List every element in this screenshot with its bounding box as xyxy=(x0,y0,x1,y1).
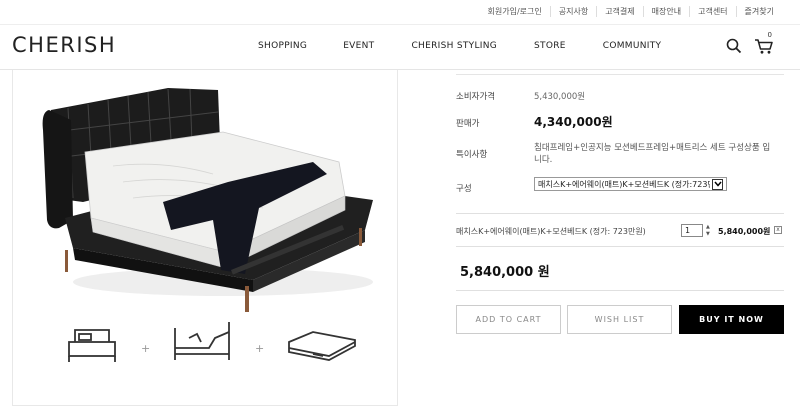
selected-item-price: 5,840,000원 xyxy=(718,227,771,236)
quantity-down-icon[interactable]: ▼ xyxy=(706,231,713,237)
search-icon[interactable] xyxy=(726,38,742,54)
nav-store[interactable]: STORE xyxy=(534,41,566,51)
cart-button[interactable]: 0 xyxy=(754,31,774,55)
bed-frame-icon xyxy=(68,329,116,362)
util-link-notice[interactable]: 공지사항 xyxy=(549,6,596,17)
consumer-price: 5,430,000원 xyxy=(534,92,586,102)
option-label: 구성 xyxy=(456,184,472,194)
info-top-line xyxy=(456,74,784,75)
add-to-cart-button[interactable]: ADD TO CART xyxy=(456,305,561,334)
quantity-up-icon[interactable]: ▲ xyxy=(706,224,713,230)
product-note: 침대프레임+인공지능 모션베드프레임+매트리스 세트 구성상품 입니다. xyxy=(534,143,771,165)
note-label: 특이사항 xyxy=(456,150,488,160)
product-image-panel: + + xyxy=(12,70,398,406)
util-link-login[interactable]: 회원가입/로그인 xyxy=(480,6,550,17)
util-link-stores[interactable]: 매장안내 xyxy=(642,6,689,17)
bed-product-image: + + xyxy=(42,88,373,362)
site-logo[interactable]: CHERISH xyxy=(12,33,116,57)
nav-event[interactable]: EVENT xyxy=(343,41,374,51)
main-nav: SHOPPING EVENT CHERISH STYLING STORE COM… xyxy=(258,41,661,51)
remove-item-button[interactable]: x xyxy=(774,226,782,234)
quantity-input[interactable]: 1 xyxy=(681,224,703,237)
cart-count: 0 xyxy=(767,31,772,39)
nav-community[interactable]: COMMUNITY xyxy=(603,41,662,51)
selected-item-name: 매치스K+에어웨이(매트)K+모션베드K (정가: 723만원) xyxy=(456,227,646,236)
main-header: CHERISH SHOPPING EVENT CHERISH STYLING S… xyxy=(0,24,800,70)
sale-price: 4,340,000원 xyxy=(534,115,613,129)
nav-cherish-styling[interactable]: CHERISH STYLING xyxy=(411,41,497,51)
total-price: 5,840,000 원 xyxy=(460,265,550,280)
divider-1 xyxy=(456,213,784,214)
plus-icon-1: + xyxy=(141,342,150,355)
option-selected-value: 매치스K+에어웨이(매트)K+모션베드K (정가:723만원) xyxy=(538,179,710,189)
wish-list-button[interactable]: WISH LIST xyxy=(567,305,672,334)
quantity-stepper[interactable]: ▲ ▼ xyxy=(706,224,713,237)
util-link-bookmark[interactable]: 즐겨찾기 xyxy=(735,6,782,17)
plus-icon-2: + xyxy=(255,342,264,355)
consumer-price-label: 소비자가격 xyxy=(456,92,496,102)
cart-icon xyxy=(755,39,773,54)
utility-bar: 회원가입/로그인 공지사항 고객결제 매장안내 고객센터 즐겨찾기 xyxy=(0,0,800,24)
divider-2 xyxy=(456,246,784,247)
buy-now-button[interactable]: BUY IT NOW xyxy=(679,305,784,334)
divider-3 xyxy=(456,290,784,291)
util-link-payment[interactable]: 고객결제 xyxy=(596,6,642,17)
mattress-icon xyxy=(288,331,356,361)
motion-bed-icon xyxy=(174,322,230,360)
chevron-down-icon xyxy=(712,178,723,190)
sale-price-label: 판매가 xyxy=(456,119,480,129)
selected-item-row: 매치스K+에어웨이(매트)K+모션베드K (정가: 723만원) 1 ▲ ▼ 5… xyxy=(456,224,784,238)
nav-shopping[interactable]: SHOPPING xyxy=(258,41,307,51)
option-select[interactable]: 매치스K+에어웨이(매트)K+모션베드K (정가:723만원) xyxy=(534,177,727,191)
util-link-customer-center[interactable]: 고객센터 xyxy=(689,6,735,17)
utility-links: 회원가입/로그인 공지사항 고객결제 매장안내 고객센터 즐겨찾기 xyxy=(480,6,782,17)
header-icons: 0 xyxy=(726,31,774,55)
